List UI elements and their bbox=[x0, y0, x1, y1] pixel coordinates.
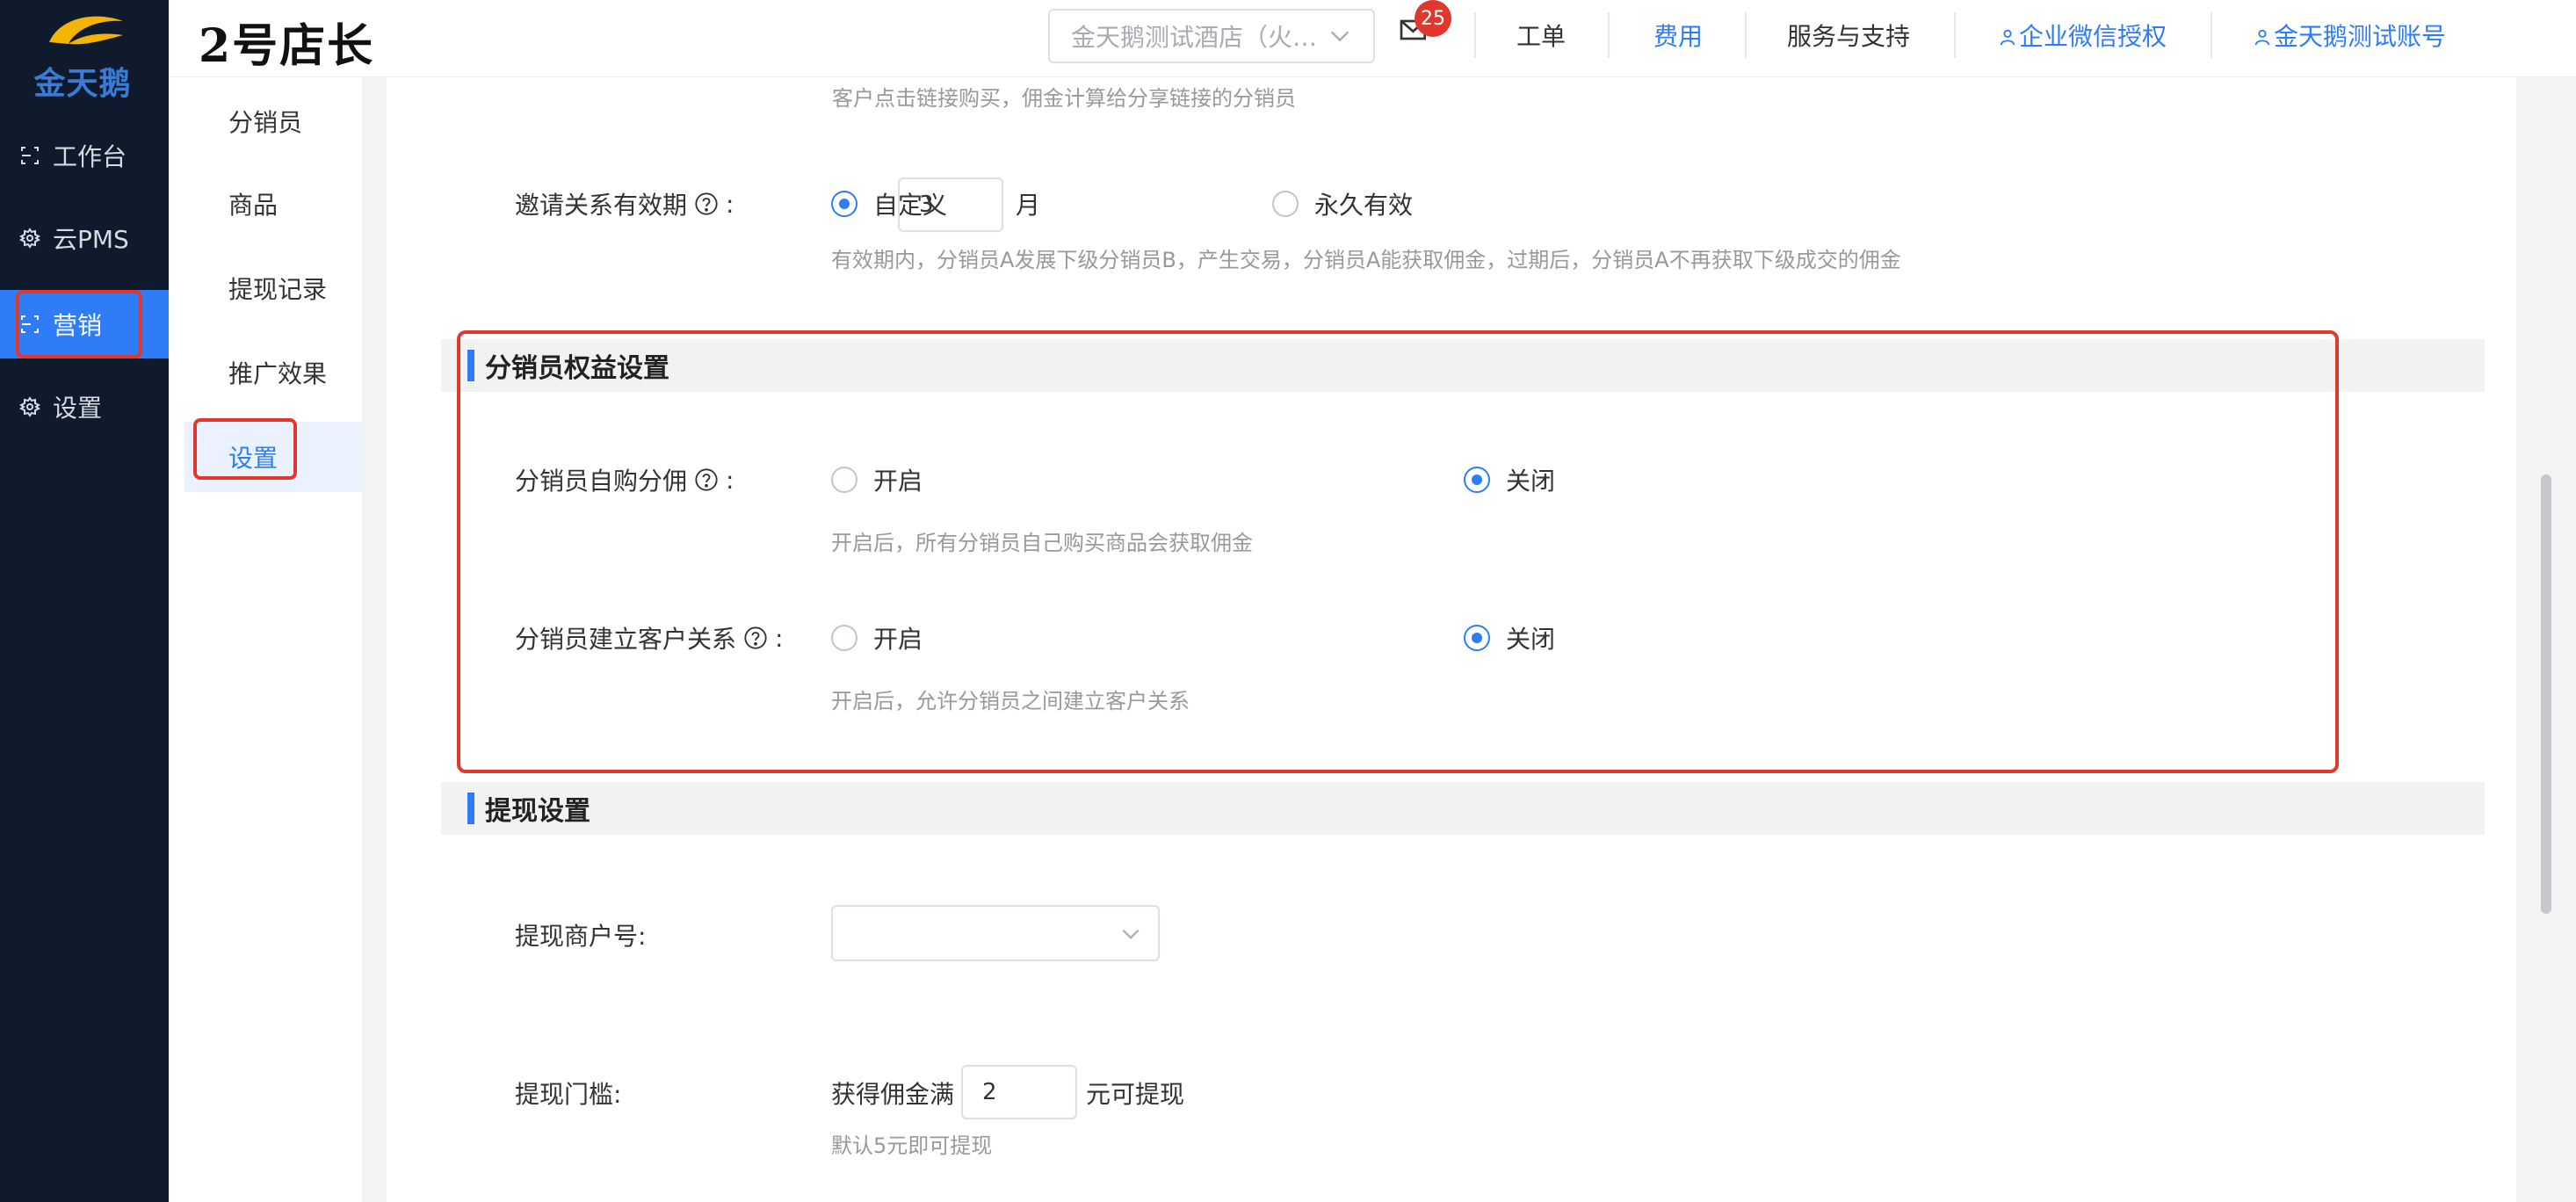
wechat-auth-link[interactable]: 企业微信授权 bbox=[1998, 18, 2167, 53]
brand-title: 2号店长 bbox=[199, 19, 375, 73]
header-divider bbox=[1474, 12, 1476, 58]
threshold-label: 提现门槛: bbox=[515, 1080, 622, 1109]
logo-text: 金天鹅 bbox=[33, 66, 132, 102]
account-link[interactable]: 金天鹅测试账号 bbox=[2253, 18, 2446, 53]
threshold-hint: 默认5元即可提现 bbox=[831, 1133, 993, 1158]
highlight-outline bbox=[193, 418, 297, 480]
gear-icon bbox=[0, 204, 53, 272]
highlight-outline bbox=[457, 330, 2339, 773]
radio-dot bbox=[831, 191, 857, 217]
user-icon bbox=[2000, 29, 2015, 46]
subnav-item-distributors[interactable]: 分销员 bbox=[185, 86, 362, 156]
swan-logo-icon bbox=[49, 16, 123, 45]
radio-dot bbox=[1272, 191, 1299, 217]
header-divider bbox=[1608, 12, 1610, 58]
invite-hint: 有效期内，分销员A发展下级分销员B，产生交易，分销员A能获取佣金，过期后，分销员… bbox=[831, 248, 1901, 272]
fee-link[interactable]: 费用 bbox=[1653, 18, 1703, 53]
gutter bbox=[362, 77, 387, 1202]
invite-unit: 月 bbox=[1016, 191, 1041, 220]
withdraw-section-header: 提现设置 bbox=[441, 782, 2485, 835]
hotel-select[interactable]: 金天鹅测试酒店（火… bbox=[1048, 9, 1375, 63]
highlight-outline bbox=[16, 290, 142, 358]
header-divider bbox=[1954, 12, 1956, 58]
chevron-down-icon bbox=[1122, 929, 1140, 939]
main-sidebar: 金天鹅 工作台 云PMS 营销 设置 bbox=[0, 0, 169, 1202]
sidebar-item-settings[interactable]: 设置 bbox=[0, 373, 169, 441]
hotel-select-value: 金天鹅测试酒店（火… bbox=[1071, 23, 1318, 52]
user-icon bbox=[2254, 29, 2270, 46]
threshold-input[interactable]: 2 bbox=[961, 1065, 1077, 1119]
subnav-item-promotion-effect[interactable]: 推广效果 bbox=[185, 337, 362, 408]
radio-label: 永久有效 bbox=[1314, 191, 1414, 220]
cut-off-hint: 客户点击链接购买，佣金计算给分享链接的分销员 bbox=[832, 86, 1296, 111]
sidebar-item-workbench[interactable]: 工作台 bbox=[0, 121, 169, 190]
sidebar-item-label: 设置 bbox=[53, 394, 103, 423]
header-divider bbox=[2211, 12, 2212, 58]
merchant-select[interactable] bbox=[831, 905, 1160, 961]
threshold-prefix: 获得佣金满 bbox=[831, 1080, 955, 1109]
sub-navigation: 分销员 商品 提现记录 推广效果 设置 bbox=[185, 77, 362, 1202]
section-accent-bar bbox=[467, 793, 474, 824]
threshold-suffix: 元可提现 bbox=[1086, 1080, 1185, 1109]
notification-badge: 25 bbox=[1415, 0, 1451, 37]
settings-content: 客户点击链接购买，佣金计算给分享链接的分销员 邀请关系有效期 : 自定义 3 月… bbox=[387, 77, 2516, 1202]
sidebar-item-label: 工作台 bbox=[53, 142, 127, 171]
chevron-down-icon bbox=[1330, 31, 1350, 42]
invite-validity-label: 邀请关系有效期 : bbox=[515, 186, 734, 221]
help-icon[interactable] bbox=[694, 192, 719, 216]
subnav-item-products[interactable]: 商品 bbox=[185, 169, 362, 239]
subnav-item-withdraw-records[interactable]: 提现记录 bbox=[185, 253, 362, 323]
invite-validity-label-text: 邀请关系有效期 bbox=[515, 191, 688, 220]
sidebar-item-label: 云PMS bbox=[53, 225, 129, 254]
invite-months-input[interactable]: 3 bbox=[898, 177, 1003, 232]
gear-icon bbox=[0, 373, 53, 441]
ticket-link[interactable]: 工单 bbox=[1516, 18, 1566, 53]
account-label: 金天鹅测试账号 bbox=[2274, 22, 2447, 51]
logo: 金天鹅 bbox=[21, 0, 144, 102]
support-link[interactable]: 服务与支持 bbox=[1787, 18, 1910, 53]
wechat-auth-label: 企业微信授权 bbox=[2019, 22, 2167, 51]
header-divider bbox=[1745, 12, 1747, 58]
merchant-label: 提现商户号: bbox=[515, 922, 647, 951]
section-title: 提现设置 bbox=[485, 796, 590, 827]
workbench-icon bbox=[0, 121, 53, 190]
top-header: 2号店长 金天鹅测试酒店（火… 25 工单 费用 服务与支持 企业微信授权 金天… bbox=[169, 0, 2576, 77]
label-colon: : bbox=[726, 189, 734, 219]
sidebar-item-pms[interactable]: 云PMS bbox=[0, 204, 169, 272]
scrollbar-thumb[interactable] bbox=[2541, 474, 2551, 914]
invite-forever-radio[interactable]: 永久有效 bbox=[1272, 186, 1413, 221]
